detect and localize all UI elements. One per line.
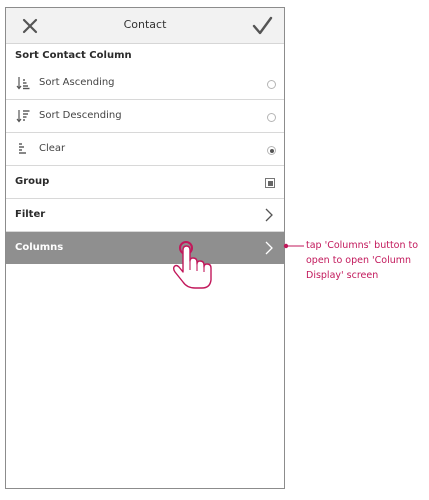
sort-section-header: Sort Contact Column	[6, 44, 284, 67]
sort-descending-radio[interactable]	[267, 113, 276, 122]
filter-row[interactable]: Filter	[6, 199, 284, 232]
columns-row[interactable]: Columns	[6, 232, 284, 264]
sort-descending-icon	[16, 110, 30, 123]
sort-ascending-option[interactable]: Sort Ascending	[6, 67, 284, 100]
sort-ascending-icon	[16, 77, 30, 90]
sort-ascending-label: Sort Ascending	[39, 77, 115, 88]
group-row[interactable]: Group	[6, 166, 284, 199]
sort-ascending-radio[interactable]	[267, 80, 276, 89]
chevron-right-icon	[265, 208, 273, 222]
clear-sort-option[interactable]: Clear	[6, 133, 284, 166]
clear-sort-icon	[19, 143, 26, 154]
phone-frame: Contact Sort Contact Column Sort Ascendi…	[5, 7, 285, 489]
sort-descending-label: Sort Descending	[39, 110, 122, 121]
filter-label: Filter	[15, 209, 46, 220]
columns-label: Columns	[15, 242, 64, 253]
sort-section-title: Sort Contact Column	[15, 50, 132, 61]
callout-connector	[283, 243, 304, 249]
clear-sort-radio[interactable]	[267, 146, 276, 155]
page-title: Contact	[123, 18, 167, 31]
sort-descending-option[interactable]: Sort Descending	[6, 100, 284, 133]
chevron-right-icon	[265, 241, 273, 255]
checkmark-icon[interactable]	[250, 14, 274, 38]
group-label: Group	[15, 176, 50, 187]
tap-hand-icon	[172, 241, 212, 289]
clear-sort-label: Clear	[39, 143, 66, 154]
annotation-text: tap 'Columns' button to open to open 'Co…	[306, 240, 419, 281]
top-bar: Contact	[6, 8, 284, 44]
group-checkbox[interactable]	[265, 178, 275, 188]
